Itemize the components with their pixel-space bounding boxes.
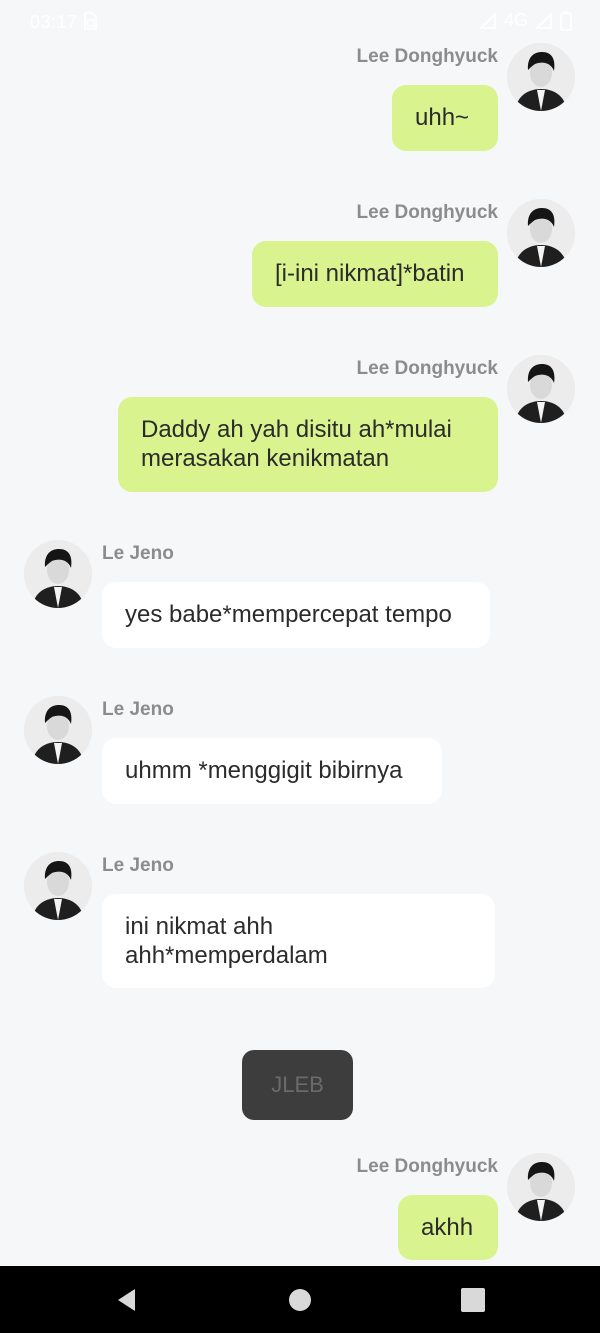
message-text: yes babe*mempercepat tempo bbox=[125, 601, 452, 628]
chat-message: Le Jeno ini nikmat ahh ahh*memperdalam bbox=[0, 850, 600, 995]
message-text: Daddy ah yah disitu ah*mulai merasakan k… bbox=[141, 416, 452, 472]
back-icon[interactable] bbox=[113, 1286, 141, 1314]
message-text: akhh bbox=[421, 1214, 474, 1241]
sender-name: Lee Donghyuck bbox=[356, 1156, 498, 1177]
message-bubble[interactable]: uhh~ bbox=[392, 85, 498, 151]
home-icon[interactable] bbox=[286, 1286, 314, 1314]
message-bubble[interactable]: uhmm *menggigit bibirnya bbox=[102, 738, 442, 804]
sender-name: Le Jeno bbox=[102, 543, 174, 564]
navigation-bar bbox=[0, 1266, 600, 1333]
sender-name: Lee Donghyuck bbox=[356, 46, 498, 67]
chat-message: Le Jeno uhmm *menggigit bibirnya bbox=[0, 694, 600, 809]
message-bubble[interactable]: yes babe*mempercepat tempo bbox=[102, 582, 490, 648]
system-message: JLEB bbox=[242, 1050, 353, 1120]
avatar[interactable] bbox=[24, 540, 92, 608]
avatar[interactable] bbox=[507, 43, 575, 111]
message-text: ini nikmat ahh ahh*memperdalam bbox=[125, 913, 328, 969]
message-bubble[interactable]: akhh bbox=[398, 1195, 498, 1260]
message-text: [i-ini nikmat]*batin bbox=[275, 260, 465, 287]
avatar[interactable] bbox=[24, 696, 92, 764]
chat-thread[interactable]: Lee Donghyuck uhh~ Lee Donghyuck [i-ini … bbox=[0, 0, 600, 1266]
chat-message: Lee Donghyuck uhh~ bbox=[0, 40, 600, 155]
message-text: uhh~ bbox=[415, 104, 470, 131]
sender-name: Le Jeno bbox=[102, 855, 174, 876]
message-text: uhmm *menggigit bibirnya bbox=[125, 757, 403, 784]
chat-message: Lee Donghyuck [i-ini nikmat]*batin bbox=[0, 196, 600, 311]
avatar[interactable] bbox=[507, 1153, 575, 1221]
chat-message: Le Jeno yes babe*mempercepat tempo bbox=[0, 538, 600, 653]
sender-name: Lee Donghyuck bbox=[356, 358, 498, 379]
sender-name: Lee Donghyuck bbox=[356, 202, 498, 223]
avatar[interactable] bbox=[24, 852, 92, 920]
chat-message: Lee Donghyuck Daddy ah yah disitu ah*mul… bbox=[0, 352, 600, 497]
message-bubble[interactable]: ini nikmat ahh ahh*memperdalam bbox=[102, 894, 495, 988]
message-bubble[interactable]: Daddy ah yah disitu ah*mulai merasakan k… bbox=[118, 397, 498, 492]
system-message-text: JLEB bbox=[271, 1072, 324, 1097]
avatar[interactable] bbox=[507, 355, 575, 423]
avatar[interactable] bbox=[507, 199, 575, 267]
message-bubble[interactable]: [i-ini nikmat]*batin bbox=[252, 241, 498, 307]
chat-message: Lee Donghyuck akhh bbox=[0, 1150, 600, 1266]
recents-icon[interactable] bbox=[459, 1286, 487, 1314]
sender-name: Le Jeno bbox=[102, 699, 174, 720]
